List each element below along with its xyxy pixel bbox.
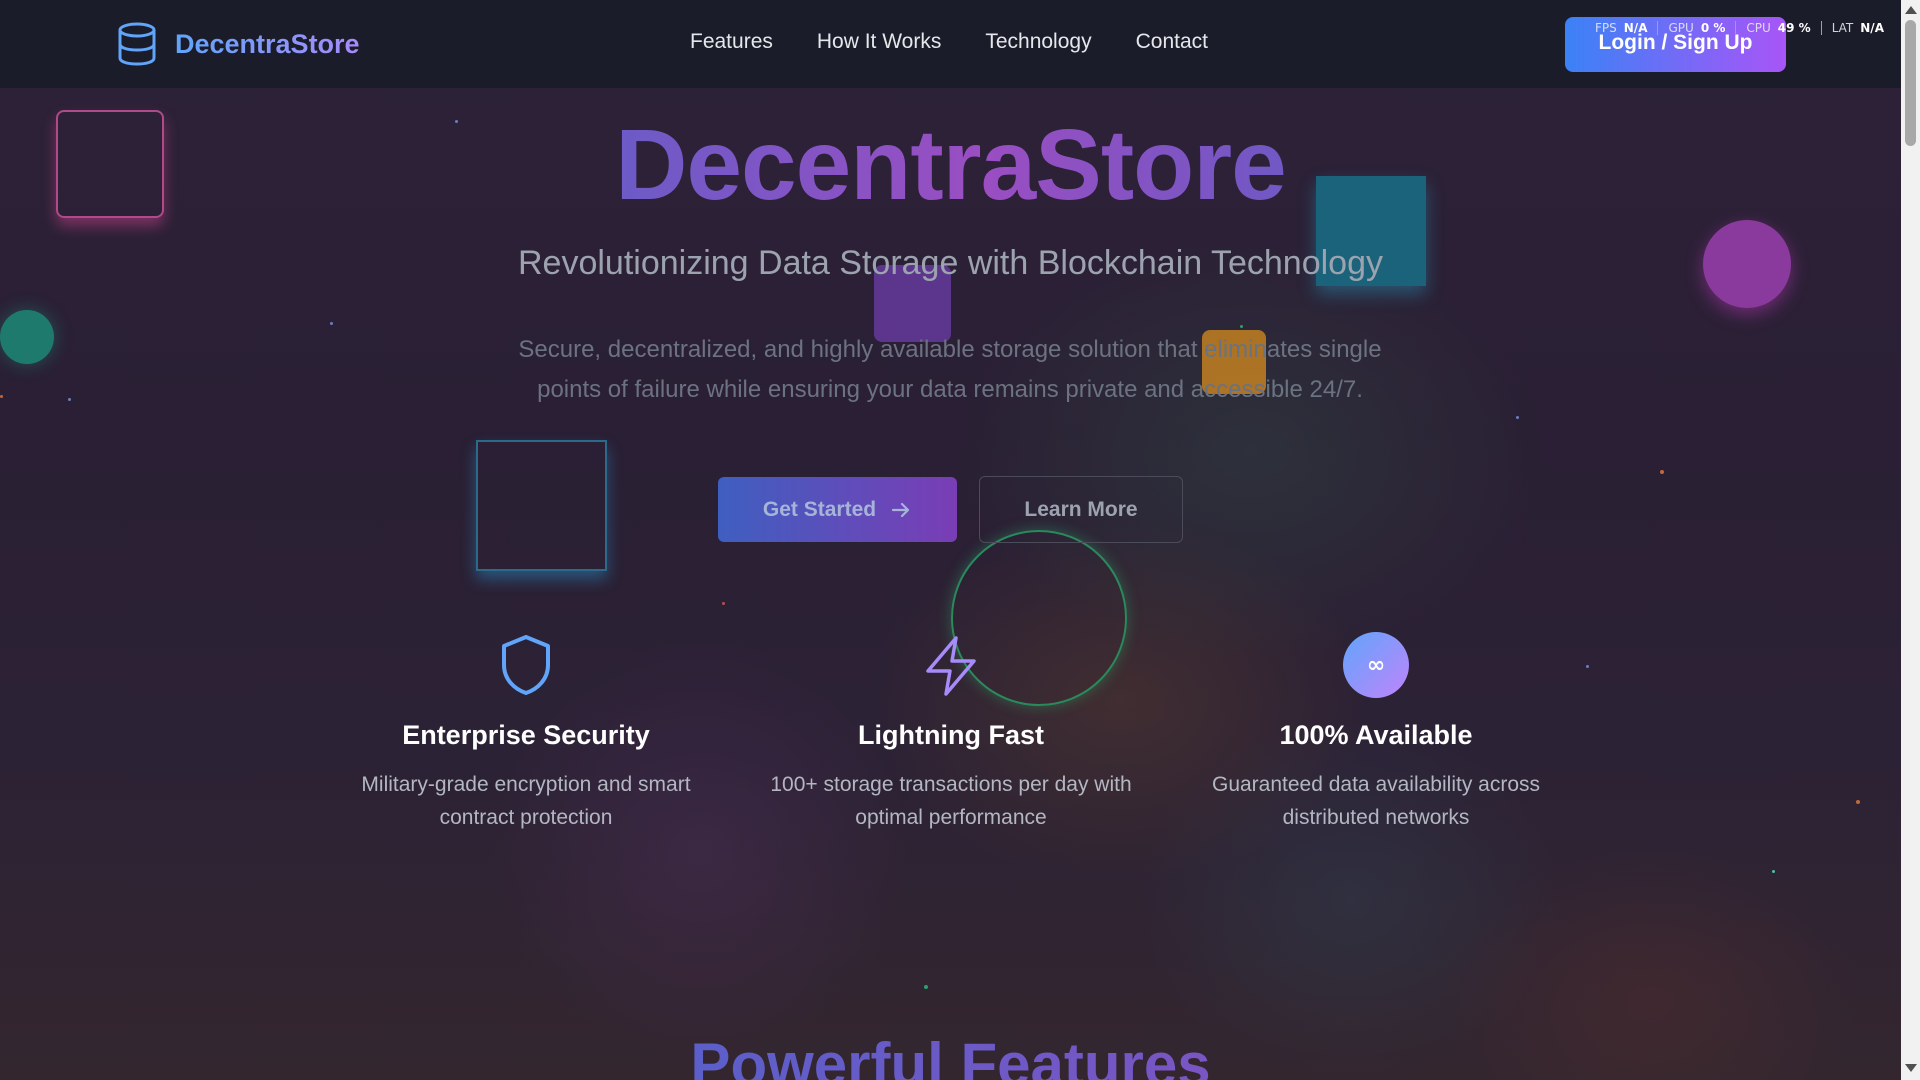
particle (722, 602, 725, 605)
hero-subtitle: Revolutionizing Data Storage with Blockc… (518, 244, 1383, 282)
nav-links: Features How It Works Technology Contact (690, 30, 1208, 54)
particle (1856, 800, 1860, 804)
feature-description: 100+ storage transactions per day with o… (770, 773, 1132, 829)
brand-name: DecentraStore (175, 28, 360, 59)
learn-more-button[interactable]: Learn More (979, 476, 1183, 543)
brand[interactable]: DecentraStore (117, 22, 360, 66)
perf-gpu: GPU 0 % (1658, 21, 1737, 35)
nav-link-technology[interactable]: Technology (985, 30, 1091, 54)
perf-gpu-value: 0 % (1700, 21, 1726, 35)
section-title-text: Powerful Features (690, 1031, 1210, 1080)
particle (1586, 665, 1589, 668)
particle (330, 322, 333, 325)
shield-icon (502, 635, 550, 695)
scroll-up-arrow-icon[interactable] (1905, 6, 1917, 14)
perf-cpu-label: CPU (1746, 21, 1771, 35)
perf-fps: FPS N/A (1585, 21, 1659, 35)
hero-title-text: DecentraStore (615, 109, 1287, 221)
page: DecentraStore Features How It Works Tech… (0, 0, 1901, 1080)
particle (1516, 416, 1519, 419)
feature-title: Lightning Fast (858, 720, 1044, 750)
perf-fps-label: FPS (1595, 21, 1617, 35)
particle (1772, 870, 1775, 873)
infinity-icon: ∞ (1343, 632, 1409, 698)
hero-description: Secure, decentralized, and highly availa… (518, 336, 1382, 403)
nav-link-contact[interactable]: Contact (1136, 30, 1208, 54)
particle (1660, 470, 1664, 474)
hero-title: DecentraStore (0, 108, 1901, 223)
navbar: DecentraStore Features How It Works Tech… (0, 0, 1901, 88)
get-started-button[interactable]: Get Started (718, 477, 957, 542)
feature-description: Military-grade encryption and smart cont… (361, 773, 691, 829)
feature-description: Guaranteed data availability across dist… (1211, 773, 1541, 829)
feature-title: Enterprise Security (402, 720, 650, 750)
section-title-powerful-features: Powerful Features (0, 1030, 1901, 1080)
perf-lat-label: LAT (1831, 21, 1854, 35)
particle (68, 398, 71, 401)
arrow-right-icon (891, 502, 910, 517)
perf-gpu-label: GPU (1668, 21, 1694, 35)
perf-cpu-value: 49 % (1777, 21, 1811, 35)
perf-lat: LAT N/A (1822, 21, 1894, 35)
perf-lat-value: N/A (1860, 21, 1884, 35)
page-scrollbar[interactable] (1901, 0, 1920, 1080)
particle (924, 985, 928, 989)
performance-overlay: FPS N/A GPU 0 % CPU 49 % LAT N/A (1585, 19, 1894, 37)
decor-teal-circle (0, 310, 54, 364)
perf-cpu: CPU 49 % (1736, 21, 1822, 35)
scroll-thumb[interactable] (1905, 20, 1916, 146)
nav-link-features[interactable]: Features (690, 30, 773, 54)
particle (1240, 325, 1243, 328)
database-icon (118, 22, 156, 66)
nav-link-how-it-works[interactable]: How It Works (817, 30, 941, 54)
scroll-down-arrow-icon[interactable] (1905, 1064, 1917, 1072)
feature-title: 100% Available (1279, 720, 1473, 750)
decor-blue-outline-square (476, 440, 607, 571)
perf-fps-value: N/A (1623, 21, 1648, 35)
lightning-icon (926, 636, 976, 696)
get-started-label: Get Started (762, 497, 877, 521)
particle (0, 395, 3, 398)
